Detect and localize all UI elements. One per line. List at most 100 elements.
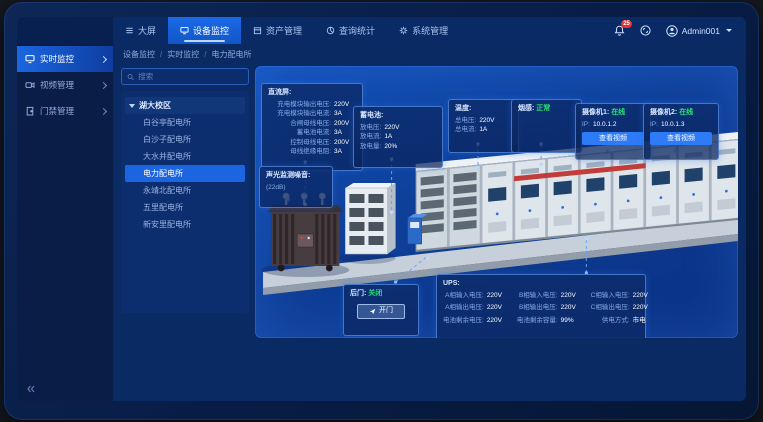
tree-search-box[interactable] [121, 68, 249, 85]
panel-title: 摄像机2: [650, 109, 677, 116]
app-window: 大屏 设备监控 资产管理 查询统计 系统管理 25 [17, 17, 746, 401]
field-value: 市电 [633, 316, 655, 326]
field-label: IP: [650, 120, 658, 130]
field-label: IP: [582, 120, 590, 130]
nav-label: 资产管理 [266, 24, 302, 37]
avatar-icon [666, 25, 678, 37]
panel-title: UPS: [443, 279, 639, 289]
field-value: 220V [633, 303, 655, 313]
door-icon [25, 106, 35, 116]
camera2-status: 在线 [679, 109, 693, 116]
field-value: 220V [633, 291, 655, 301]
open-door-button[interactable]: 开门 [357, 304, 405, 319]
nav-item-query-stats[interactable]: 查询统计 [314, 17, 387, 44]
panel-title: 烟感: [518, 105, 534, 112]
tree-item-selected[interactable]: 电力配电所 [125, 165, 245, 182]
panel-title: 后门: [350, 290, 366, 297]
tree-collapse-icon [129, 104, 135, 108]
monitor-icon [180, 26, 189, 35]
tree-item[interactable]: 永靖北配电所 [125, 182, 245, 199]
tree-item[interactable]: 新安里配电所 [125, 216, 245, 233]
panel-title: 蓄电池: [360, 111, 436, 121]
field-label: 电池剩余容量: [517, 316, 558, 326]
tree-item[interactable]: 白沙子配电所 [125, 131, 245, 148]
field-value: 1A [479, 125, 487, 135]
field-label: C相输出电压: [591, 303, 630, 313]
nav-item-device-monitor[interactable]: 设备监控 [168, 17, 241, 44]
panel-title: 摄像机1: [582, 109, 609, 116]
tree-item[interactable]: 白谷亭配电所 [125, 114, 245, 131]
station-tree-column: 湖大校区 白谷亭配电所 白沙子配电所 大水井配电所 电力配电所 永靖北配电所 五… [121, 66, 249, 401]
view-video-button[interactable]: 查看视频 [582, 132, 644, 145]
nav-label: 大屏 [138, 24, 156, 37]
search-icon [127, 73, 134, 81]
tree-item[interactable]: 五里配电所 [125, 199, 245, 216]
field-label: 放电流: [360, 132, 381, 142]
chevron-right-icon [100, 81, 107, 88]
notification-bell[interactable]: 25 [614, 25, 625, 36]
sidebar-item-video-management[interactable]: 视频管理 [17, 72, 113, 98]
sidebar-item-label: 实时监控 [40, 53, 74, 65]
asset-box-icon [253, 26, 262, 35]
breadcrumb-separator: / [160, 50, 162, 59]
dashboard-icon [125, 26, 134, 35]
field-value: 220V [479, 116, 494, 126]
nav-item-assets[interactable]: 资产管理 [241, 17, 314, 44]
camera2-ip: 10.0.1.3 [661, 120, 685, 130]
dc-screen-panel: 直流屏: 充电模块输出电压:220V 充电模块输出电流:3A 合闸母线电压:20… [261, 83, 363, 171]
sidebar-item-realtime-monitor[interactable]: 实时监控 [17, 46, 113, 72]
ups-panel: UPS: A相输入电压:220V B相输入电压:220V C相输入电压:220V… [436, 274, 646, 338]
nav-label: 系统管理 [412, 24, 448, 37]
username: Admin001 [682, 26, 720, 36]
nav-label: 设备监控 [193, 24, 229, 37]
camera2-panel: 摄像机2: 在线 IP:10.0.1.3 查看视频 [643, 103, 719, 160]
gear-icon [399, 26, 408, 35]
breadcrumb-item[interactable]: 设备监控 [123, 49, 155, 60]
camera1-ip: 10.0.1.2 [593, 120, 617, 130]
topbar-right: 25 Admin001 [614, 17, 746, 44]
panel-title: 直流屏: [268, 88, 356, 98]
tree-parent-node[interactable]: 湖大校区 [125, 97, 245, 114]
nav-label: 查询统计 [339, 24, 375, 37]
fullscreen-button[interactable] [640, 25, 651, 36]
field-label: A相输入电压: [443, 291, 484, 301]
search-input[interactable] [138, 72, 243, 81]
breadcrumb-separator: / [204, 50, 206, 59]
tree-parent-label: 湖大校区 [139, 100, 171, 111]
breadcrumb-item[interactable]: 电力配电所 [211, 49, 251, 60]
smoke-sensor-panel: 烟感: 正常 [511, 99, 582, 153]
chevron-down-icon [726, 29, 732, 32]
door-panel: 后门: 关闭 开门 [343, 284, 419, 336]
camera1-status: 在线 [611, 109, 625, 116]
video-camera-icon [25, 80, 35, 90]
field-label: 充电模块输出电压: [268, 100, 331, 110]
sidebar: 实时监控 视频管理 门禁管理 [17, 44, 113, 401]
breadcrumb: 设备监控 / 实时监控 / 电力配电所 [113, 44, 746, 64]
sidebar-item-label: 门禁管理 [40, 105, 74, 117]
smoke-status: 正常 [536, 105, 550, 112]
view-video-button[interactable]: 查看视频 [650, 132, 712, 145]
breadcrumb-item[interactable]: 实时监控 [167, 49, 199, 60]
field-value: 20% [384, 142, 397, 152]
device-frame: 大屏 设备监控 资产管理 查询统计 系统管理 25 [4, 2, 759, 420]
field-value: 220V [561, 291, 583, 301]
field-label: 电池剩余电压: [443, 316, 484, 326]
user-menu[interactable]: Admin001 [666, 25, 732, 37]
panel-title: 声光监测噪音: [266, 171, 326, 181]
nav-item-system[interactable]: 系统管理 [387, 17, 460, 44]
fullscreen-icon [640, 25, 651, 36]
field-label: 供电方式: [591, 316, 630, 326]
field-value: 220V [487, 316, 509, 326]
station-tree: 湖大校区 白谷亭配电所 白沙子配电所 大水井配电所 电力配电所 永靖北配电所 五… [121, 91, 249, 313]
noise-monitor-panel: 声光监测噪音: (22dB) [259, 166, 333, 208]
field-label: 总电流: [455, 125, 476, 135]
field-value: 220V [487, 303, 509, 313]
tree-item[interactable]: 大水井配电所 [125, 148, 245, 165]
nav-item-dashboard[interactable]: 大屏 [113, 17, 168, 44]
realtime-monitor-icon [25, 54, 35, 64]
field-label: 控制母线电压: [268, 138, 331, 148]
field-label: 母线绝缘电阻: [268, 147, 331, 157]
sidebar-collapse-button[interactable] [26, 384, 36, 394]
noise-value: (22dB) [266, 183, 286, 193]
sidebar-item-access-control[interactable]: 门禁管理 [17, 98, 113, 124]
